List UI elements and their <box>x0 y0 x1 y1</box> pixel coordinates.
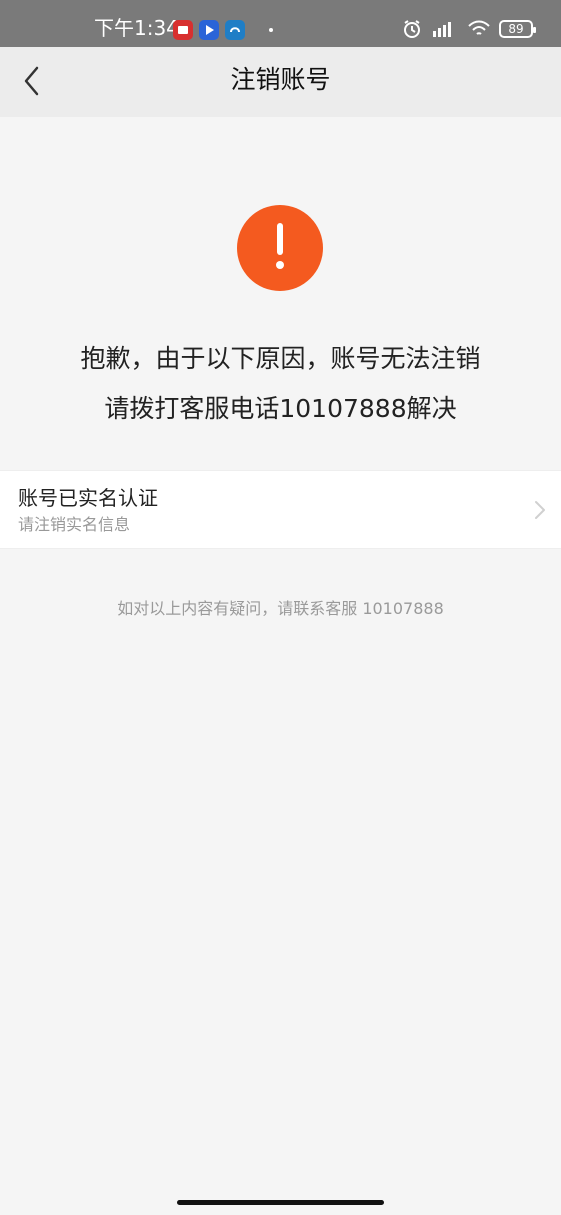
status-dot <box>269 28 273 32</box>
battery-icon: 89 <box>499 20 536 38</box>
signal-icon <box>433 22 451 37</box>
home-indicator <box>177 1200 384 1205</box>
play-icon <box>206 25 214 35</box>
chevron-right-icon <box>535 501 545 519</box>
account-cancel-content: 抱歉，由于以下原因，账号无法注销 请拨打客服电话10107888解决 账号已实名… <box>0 117 561 1191</box>
battery-level: 89 <box>508 22 524 36</box>
error-message-line-2: 请拨打客服电话10107888解决 <box>104 394 457 423</box>
red-app-icon <box>173 20 193 40</box>
reason-title: 账号已实名认证 <box>18 486 158 510</box>
alarm-icon <box>404 20 420 38</box>
wifi-icon <box>468 20 490 35</box>
app-glyph-icon <box>178 26 188 34</box>
warning-icon <box>237 205 323 291</box>
status-right-icons: 89 <box>401 18 536 40</box>
swirl-icon <box>230 27 240 33</box>
reason-subtitle: 请注销实名信息 <box>18 515 131 534</box>
status-time: 下午1:34 <box>94 16 179 40</box>
navigation-bar: 注销账号 <box>0 47 561 117</box>
exclamation-icon <box>277 223 283 255</box>
status-app-icons <box>173 20 273 40</box>
page-title: 注销账号 <box>230 65 331 94</box>
exclamation-dot-icon <box>276 261 284 269</box>
play-app-icon <box>199 20 219 40</box>
home-indicator-area <box>0 1191 561 1215</box>
help-text: 如对以上内容有疑问，请联系客服 10107888 <box>117 599 444 618</box>
status-bar: 下午1:34 89 <box>0 0 561 47</box>
blue-app-icon <box>225 20 245 40</box>
error-message-line-1: 抱歉，由于以下原因，账号无法注销 <box>80 344 481 373</box>
reason-item-real-name-verified[interactable]: 账号已实名认证 请注销实名信息 <box>0 470 561 549</box>
